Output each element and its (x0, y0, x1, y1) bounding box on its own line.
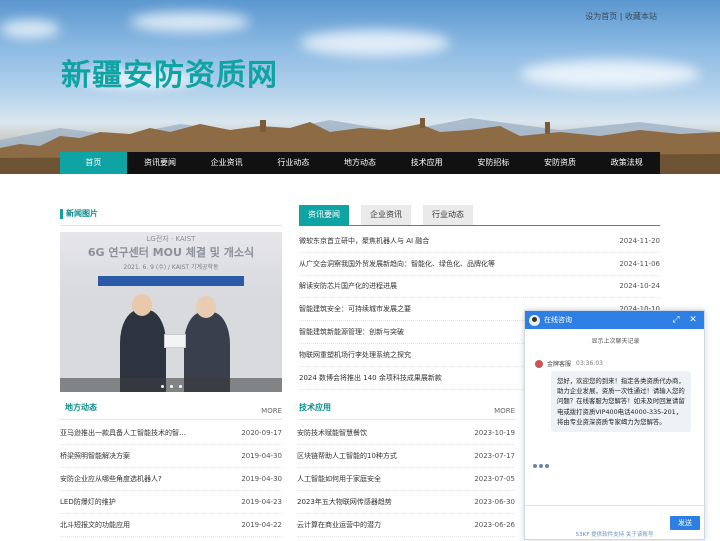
backdrop-line1: LG전자 · KAIST (146, 235, 196, 243)
header-banner: 设为首页 | 收藏本站 新疆安防资质网 (0, 0, 720, 174)
list-item[interactable]: LED防爆灯的维护 2019-04-23 (60, 491, 282, 514)
list-item[interactable]: 北斗短报文的功能应用 2019-04-22 (60, 514, 282, 537)
tech-news-list: 安防技术赋能智慧餐饮 2023-10-19 区块链帮助人工智能的10种方式 2023… (297, 422, 515, 537)
local-news-header: 地方动态 MORE (60, 402, 282, 420)
nav-item-local[interactable]: 地方动态 (327, 152, 394, 174)
chat-widget: 在线咨询 ⤢ ✕ 显示上次聊天记录 金牌客服 03:36:03 您好，欢迎您的到… (524, 310, 706, 540)
document-prop (164, 334, 186, 348)
nav-item-news[interactable]: 资讯要闻 (127, 152, 194, 174)
person-left-head (132, 294, 152, 316)
chat-agent-line: 金牌客服 03:36:03 (535, 359, 603, 368)
news-pictures-header: 新闻图片 (60, 208, 282, 226)
nav-item-bidding[interactable]: 安防招标 (460, 152, 527, 174)
local-news-more-link[interactable]: MORE (261, 402, 282, 420)
tab-company[interactable]: 企业资讯 (361, 205, 411, 225)
agent-avatar (535, 359, 543, 368)
list-item[interactable]: 区块链帮助人工智能的10种方式 2023-07-17 (297, 445, 515, 468)
close-icon[interactable]: ✕ (687, 314, 699, 326)
top-links[interactable]: 设为首页 | 收藏本站 (585, 11, 657, 22)
nav-item-company[interactable]: 企业资讯 (193, 152, 260, 174)
list-item[interactable]: 2023年五大物联网传感器趋势 2023-06-30 (297, 491, 515, 514)
local-news-list: 亚马逊推出一款具备人工智能技术的智… 2020-09-17 桥梁照明智能解决方案 2… (60, 422, 282, 537)
list-item[interactable]: 人工智能如何用于家庭安全 2023-07-05 (297, 468, 515, 491)
tab-industry[interactable]: 行业动态 (423, 205, 473, 225)
tech-news-more-link[interactable]: MORE (494, 402, 515, 420)
event-backdrop: LG전자 · KAIST 6G 연구센터 MOU 체결 및 개소식 2021. … (60, 232, 282, 294)
site-title[interactable]: 新疆安防资质网 (61, 50, 278, 94)
tech-news-title: 技术应用 (299, 403, 331, 412)
local-news-title: 地方动态 (65, 403, 97, 412)
section-marker (60, 208, 63, 219)
news-picture-slider[interactable]: LG전자 · KAIST 6G 연구센터 MOU 체결 및 개소식 2021. … (60, 232, 282, 392)
list-item[interactable]: 亚马逊推出一款具备人工智能技术的智… 2020-09-17 (60, 422, 282, 445)
send-button[interactable]: 发送 (670, 516, 700, 530)
nav-item-policy[interactable]: 政策法规 (593, 152, 660, 174)
list-item[interactable]: 解读安防芯片国产化的进程进展 2024-10-24 (299, 276, 660, 299)
news-tabs: 资讯要闻 企业资讯 行业动态 (299, 205, 485, 225)
typing-indicator (533, 453, 551, 472)
backdrop-line3: 2021. 6. 9 (수) / KAIST 기계공학동 (123, 264, 219, 271)
agent-name: 金牌客服 (547, 361, 572, 368)
chat-title: 在线咨询 (544, 316, 572, 324)
slider-dots[interactable] (60, 378, 282, 392)
nav-item-tech[interactable]: 技术应用 (393, 152, 460, 174)
main-nav: 首页 资讯要闻 企业资讯 行业动态 地方动态 技术应用 安防招标 安防资质 政策… (60, 152, 660, 174)
tech-news-header: 技术应用 MORE (299, 402, 515, 420)
list-item[interactable]: 安防技术赋能智慧餐饮 2023-10-19 (297, 422, 515, 445)
list-item[interactable]: 微软东京首立研中，聚焦机器人与 AI 融合 2024-11-20 (299, 230, 660, 253)
backdrop-bar (98, 276, 244, 286)
tab-underline (299, 225, 660, 226)
nav-item-qualification[interactable]: 安防资质 (527, 152, 594, 174)
list-item[interactable]: 从广交会洞察我国外贸发展新趋向：智能化、绿色化、品牌化等 2024-11-06 (299, 253, 660, 276)
chat-message: 您好，欢迎您的到来！指定各类资质代办商，助力企业发展，资质一次性通过！请输入您的… (551, 371, 691, 433)
expand-icon[interactable]: ⤢ (670, 314, 682, 326)
person-right-head (196, 296, 216, 318)
chat-powered-by[interactable]: 53KF 提供软件支持 关于该账号 (524, 530, 705, 538)
chat-header[interactable]: 在线咨询 ⤢ ✕ (525, 311, 704, 329)
list-item[interactable]: 桥梁照明智能解决方案 2019-04-30 (60, 445, 282, 468)
backdrop-line2: 6G 연구센터 MOU 체결 및 개소식 (87, 246, 255, 259)
agent-time: 03:36:03 (576, 360, 603, 367)
chat-avatar (529, 314, 540, 326)
list-item[interactable]: 云计算在商业运营中的潜力 2023-06-26 (297, 514, 515, 537)
list-item[interactable]: 安防企业应从哪些角度选机器人? 2019-04-30 (60, 468, 282, 491)
tab-headlines[interactable]: 资讯要闻 (299, 205, 349, 225)
nav-item-home[interactable]: 首页 (60, 152, 127, 174)
nav-item-industry[interactable]: 行业动态 (260, 152, 327, 174)
news-pictures-title: 新闻图片 (66, 209, 98, 218)
chat-history-link[interactable]: 显示上次聊天记录 (525, 336, 706, 345)
